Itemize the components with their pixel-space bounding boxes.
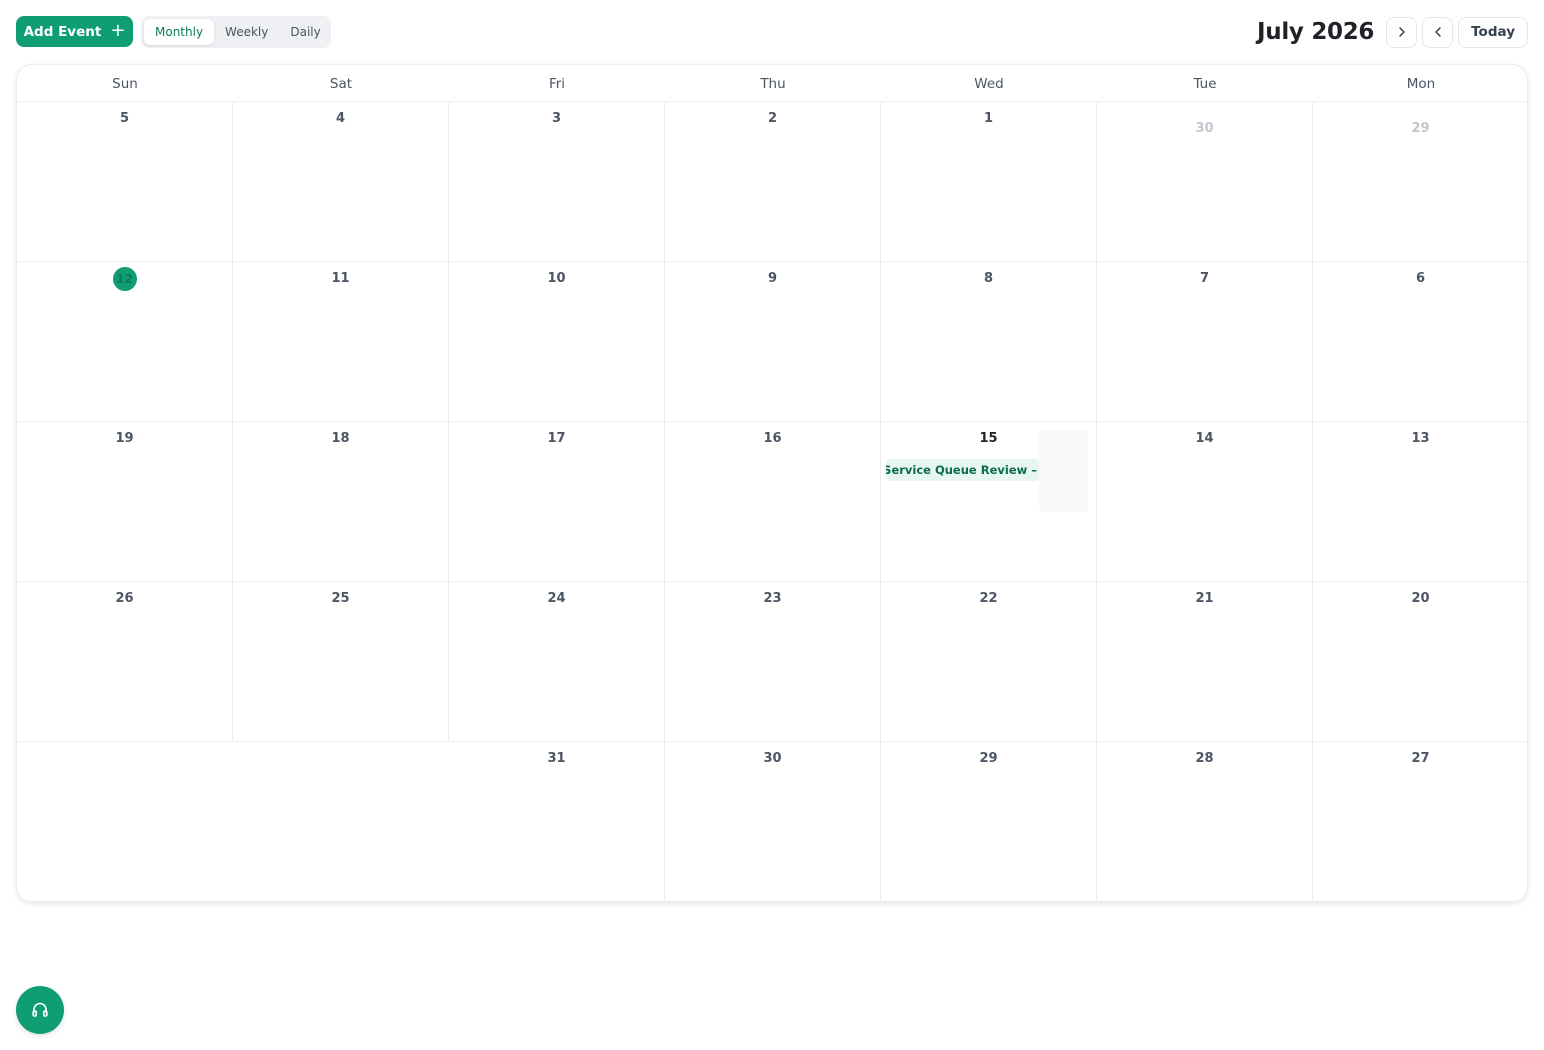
day-cell[interactable]: 7: [1097, 262, 1313, 422]
day-cell[interactable]: 6: [1313, 262, 1527, 422]
day-cell[interactable]: 22: [881, 582, 1097, 742]
event-overflow-area: [1039, 430, 1088, 512]
day-number: 2: [767, 111, 778, 126]
day-cell[interactable]: 19: [17, 422, 233, 582]
day-number: 26: [115, 591, 134, 606]
day-cell[interactable]: 12: [17, 262, 233, 422]
day-cell[interactable]: 30: [665, 742, 881, 901]
day-number: 14: [1195, 431, 1214, 446]
day-cell[interactable]: 25: [233, 582, 449, 742]
day-cell[interactable]: 11: [233, 262, 449, 422]
tab-daily[interactable]: Daily: [279, 19, 331, 45]
previous-month-button[interactable]: [1422, 16, 1454, 48]
weekday-header: Sun Sat Fri Thu Wed Tue Mon: [17, 65, 1527, 102]
day-cell[interactable]: 10: [449, 262, 665, 422]
day-cell[interactable]: 18: [233, 422, 449, 582]
adjacent-month-day-number: 30: [1195, 121, 1214, 136]
day-number: 16: [763, 431, 782, 446]
day-number: 27: [1411, 751, 1430, 766]
month-calendar: Sun Sat Fri Thu Wed Tue Mon 5 4 3 2 1 30 29 12 11 10 9 8 7…: [16, 64, 1528, 902]
tab-monthly[interactable]: Monthly: [144, 19, 215, 45]
day-number: 8: [983, 271, 994, 286]
day-number: 7: [1199, 271, 1210, 286]
weekday-label: Mon: [1406, 75, 1436, 92]
day-cell[interactable]: 28: [1097, 742, 1313, 901]
day-number: 18: [331, 431, 350, 446]
day-cell[interactable]: 9: [665, 262, 881, 422]
next-month-button[interactable]: [1386, 16, 1418, 48]
weekday-label: Sun: [112, 75, 138, 92]
day-number: 31: [547, 751, 566, 766]
day-number: 10: [547, 271, 566, 286]
day-number: 11: [331, 271, 350, 286]
day-number: 25: [331, 591, 350, 606]
chevron-left-icon: [1434, 27, 1441, 37]
empty-day-cell: [17, 742, 233, 901]
day-number: 9: [767, 271, 778, 286]
day-cell[interactable]: 8: [881, 262, 1097, 422]
day-cell[interactable]: 29: [881, 742, 1097, 901]
calendar-toolbar: Add Event + Monthly Weekly Daily July 20…: [16, 16, 1528, 48]
weekday-label: Fri: [548, 75, 566, 92]
add-event-label: Add Event: [23, 23, 102, 40]
day-number: 24: [547, 591, 566, 606]
day-cell[interactable]: 31: [449, 742, 665, 901]
day-number: 4: [335, 111, 346, 126]
day-number: 30: [763, 751, 782, 766]
day-number: 21: [1195, 591, 1214, 606]
event-title: Daily Service Queue Review –: [886, 463, 1037, 477]
day-cell[interactable]: 3: [449, 102, 665, 262]
day-number: 17: [547, 431, 566, 446]
day-number: 20: [1411, 591, 1430, 606]
weekday-label: Tue: [1193, 75, 1217, 92]
weekday-label: Wed: [974, 75, 1004, 92]
event-chip[interactable]: Daily Service Queue Review –: [886, 459, 1039, 481]
plus-icon: +: [110, 20, 126, 41]
day-cell[interactable]: 26: [17, 582, 233, 742]
empty-day-cell: [233, 742, 449, 901]
day-number: 22: [979, 591, 998, 606]
day-cell[interactable]: 23: [665, 582, 881, 742]
day-cell[interactable]: 4: [233, 102, 449, 262]
today-button[interactable]: Today: [1458, 16, 1528, 48]
day-cell[interactable]: 1: [881, 102, 1097, 262]
day-number: 23: [763, 591, 782, 606]
day-cell[interactable]: 16: [665, 422, 881, 582]
day-number: 3: [551, 111, 562, 126]
day-cell[interactable]: 17: [449, 422, 665, 582]
day-number: 6: [1415, 271, 1426, 286]
view-switcher: Monthly Weekly Daily: [141, 16, 331, 48]
month-title: July 2026: [1257, 19, 1375, 45]
headset-icon: [32, 1002, 48, 1017]
day-cell[interactable]: 27: [1313, 742, 1527, 901]
weekday-label: Sat: [329, 75, 353, 92]
day-number: 28: [1195, 751, 1214, 766]
tab-weekly[interactable]: Weekly: [214, 19, 279, 45]
day-number: 29: [979, 751, 998, 766]
month-navigation: July 2026 Today: [1257, 16, 1528, 48]
day-cell[interactable]: 24: [449, 582, 665, 742]
day-number: 1: [983, 111, 994, 126]
weekday-label: Thu: [760, 75, 786, 92]
add-event-button[interactable]: Add Event +: [16, 16, 133, 47]
adjacent-month-day-number: 29: [1411, 121, 1430, 136]
day-number: 13: [1411, 431, 1430, 446]
day-number: 19: [115, 431, 134, 446]
day-cell[interactable]: 29: [1313, 102, 1527, 262]
day-cell[interactable]: 30: [1097, 102, 1313, 262]
day-cell[interactable]: 5: [17, 102, 233, 262]
day-number: 5: [119, 111, 130, 126]
day-cell[interactable]: 14: [1097, 422, 1313, 582]
day-cell[interactable]: 21: [1097, 582, 1313, 742]
day-cell[interactable]: 15Daily Service Queue Review –: [881, 422, 1097, 582]
support-button[interactable]: [16, 986, 64, 1034]
day-cell[interactable]: 13: [1313, 422, 1527, 582]
day-cell[interactable]: 20: [1313, 582, 1527, 742]
today-date-badge: 12: [112, 267, 137, 291]
day-cell[interactable]: 2: [665, 102, 881, 262]
chevron-right-icon: [1398, 27, 1405, 37]
